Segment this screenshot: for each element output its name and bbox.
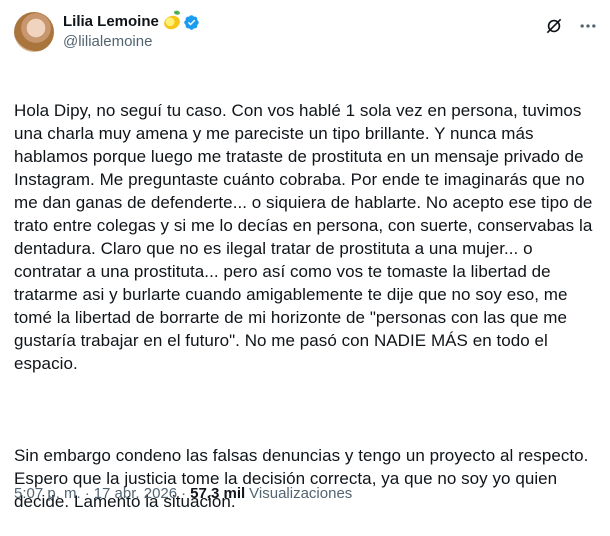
verified-badge-icon bbox=[184, 14, 199, 30]
more-icon[interactable] bbox=[578, 16, 598, 36]
author-name-row: Lilia Lemoine bbox=[63, 12, 200, 32]
lemon-emoji-icon bbox=[162, 13, 182, 31]
avatar[interactable] bbox=[14, 12, 54, 52]
grok-icon[interactable] bbox=[544, 16, 564, 36]
author-name[interactable]: Lilia Lemoine bbox=[63, 12, 159, 32]
tweet-date[interactable]: 17 abr. 2026 bbox=[94, 485, 177, 502]
tweet-text: Hola Dipy, no seguí tu caso. Con vos hab… bbox=[14, 76, 600, 536]
author-info: Lilia Lemoine @lilialemoine bbox=[63, 12, 200, 52]
tweet-meta: 5:07 p. m. · 17 abr. 2026 · 57,3 mil Vis… bbox=[14, 485, 352, 502]
more-icon-svg bbox=[580, 24, 596, 28]
header-actions bbox=[544, 12, 598, 36]
tweet-paragraph: Sin embargo condeno las falsas denuncias… bbox=[14, 446, 589, 511]
author-handle[interactable]: @lilialemoine bbox=[63, 32, 200, 52]
meta-separator: · bbox=[181, 485, 187, 502]
tweet-card: Lilia Lemoine @lilialemoine Hola Dipy, n… bbox=[0, 0, 610, 515]
meta-separator: · bbox=[84, 485, 90, 502]
views-count: 57,3 mil bbox=[190, 485, 246, 502]
tweet-paragraph: Hola Dipy, no seguí tu caso. Con vos hab… bbox=[14, 101, 593, 373]
grok-icon-svg bbox=[546, 18, 562, 34]
tweet-time[interactable]: 5:07 p. m. bbox=[14, 485, 81, 502]
views-label: Visualizaciones bbox=[249, 485, 353, 502]
tweet-header: Lilia Lemoine @lilialemoine bbox=[14, 12, 598, 60]
